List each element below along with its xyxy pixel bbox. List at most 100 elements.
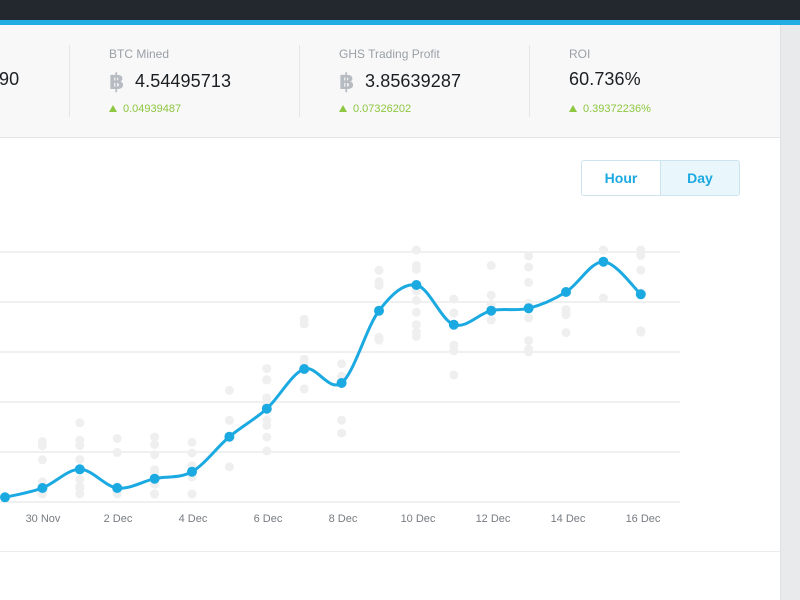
stat-value: 90 [0,69,20,89]
data-point [0,492,10,503]
data-point [74,464,85,475]
x-tick-label: 30 Nov [26,513,61,525]
scrollbar[interactable] [780,25,800,600]
distribution-dot [486,315,496,325]
stat-label: ROI [569,47,591,61]
distribution-dot [187,448,197,458]
distribution-dot [449,294,459,304]
bitcoin-icon: ฿ [339,69,355,94]
stat-label: GHS Trading Profit [339,47,440,61]
distribution-dot [598,245,608,255]
line-chart: 30 Nov 2 Dec 4 Dec 6 Dec 8 Dec 10 Dec 12 Dec 14… [0,245,680,525]
stat-btc-mined: BTC Mined ฿ 4.54495713 0.04939487 [109,25,299,138]
day-button[interactable]: Day [661,161,739,195]
distribution-dot [262,432,272,442]
distribution-dot [486,290,496,300]
distribution-dot [75,435,85,445]
distribution-dot [524,347,534,357]
distribution-dot [636,327,646,337]
data-point [411,280,422,290]
distribution-dot [75,483,85,493]
distribution-dot [299,314,309,324]
data-point [37,483,48,493]
distribution-dot [299,384,309,394]
top-bar [0,0,800,20]
bitcoin-icon: ฿ [109,69,125,94]
x-tick-label: 10 Dec [401,513,436,525]
stat-value: 60.736% [569,69,641,89]
x-tick-label: 6 Dec [254,513,283,525]
x-tick-label: 8 Dec [329,513,358,525]
stat-cutoff: 90 [0,25,68,138]
distribution-dot [374,335,384,345]
data-point [187,466,197,477]
distribution-dot [449,370,459,380]
stat-value: 3.85639287 [365,71,462,91]
data-point [561,287,571,297]
stat-delta: 0.07326202 [353,103,412,115]
data-point [523,303,534,314]
distribution-dot [636,265,646,275]
distribution-dot [262,421,272,430]
x-tick-label: 16 Dec [626,513,661,525]
series-line [4,260,642,499]
stat-divider [529,45,530,117]
distribution-dot [112,434,122,443]
data-point [374,305,384,316]
distribution-dot [75,455,85,464]
data-point [261,403,272,414]
distribution-dot [561,328,571,338]
distribution-dot [112,447,122,457]
distribution-dot [224,462,234,472]
stat-delta-row: 0.07326202 [339,103,411,115]
x-tick-label: 12 Dec [476,513,511,525]
distribution-dot [150,465,160,475]
stat-divider [299,45,300,117]
distribution-dot [411,307,421,317]
distribution-dot [337,415,347,425]
distribution-dot [262,375,272,385]
distribution-dot [561,305,571,315]
distribution-dot [486,261,496,270]
stat-delta: 0.39372236% [583,103,651,115]
distribution-dot [262,393,272,403]
distribution-dot [224,415,234,425]
distribution-dot [299,354,309,364]
distribution-dot [411,295,421,305]
distribution-dot [374,265,384,275]
distribution-dot [187,437,197,447]
data-point [149,473,160,484]
stat-value-row: ฿ 4.54495713 [109,69,231,95]
data-point [336,378,347,388]
data-point [448,319,459,330]
distribution-dot [449,308,459,318]
distribution-dot [524,336,534,346]
up-arrow-icon [109,105,117,112]
distribution-dot [262,364,272,374]
up-arrow-icon [569,105,577,112]
stat-delta-row: 0.04939487 [109,103,181,115]
distribution-dot [524,251,534,261]
distribution-dot [337,428,347,438]
data-point [224,431,235,442]
data-point [598,256,609,267]
stats-panel: 90 BTC Mined ฿ 4.54495713 0.04939487 GHS … [0,25,780,138]
hour-button[interactable]: Hour [582,161,661,195]
x-tick-label: 4 Dec [179,513,208,525]
section-divider [0,551,780,552]
data-point [486,305,497,316]
data-point [112,483,123,493]
stat-value-row: ฿ 3.85639287 [339,69,461,95]
stat-value: 4.54495713 [135,71,232,91]
distribution-dot [37,455,47,465]
distribution-dot [337,359,347,369]
distribution-dot [374,280,384,290]
distribution-dot [411,264,421,274]
distribution-dot [524,313,534,323]
distribution-dot [75,418,85,428]
x-tick-label: 14 Dec [551,513,586,525]
distribution-dot [524,262,534,272]
data-point [299,364,310,374]
distribution-dot [262,446,272,456]
distribution-dot [37,437,47,447]
